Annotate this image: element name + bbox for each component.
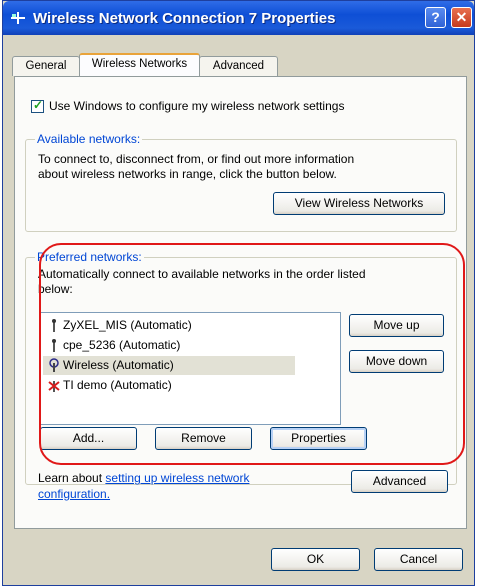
ok-button[interactable]: OK [271, 548, 360, 571]
learn-about-link-cont[interactable]: configuration. [38, 487, 110, 501]
list-item-selected[interactable]: Wireless (Automatic) [43, 356, 295, 375]
advanced-button[interactable]: Advanced [351, 470, 448, 493]
list-item-label: cpe_5236 (Automatic) [63, 338, 181, 352]
antenna-icon [52, 319, 56, 332]
list-item[interactable]: ZyXEL_MIS (Automatic) [43, 316, 295, 335]
list-item-label: TI demo (Automatic) [63, 378, 172, 392]
antenna-icon [52, 339, 56, 352]
connected-antenna-icon [49, 358, 59, 372]
move-up-button[interactable]: Move up [349, 314, 444, 337]
tab-wireless-networks[interactable]: Wireless Networks [79, 53, 200, 76]
unavailable-antenna-icon [48, 381, 60, 392]
window-title: Wireless Network Connection 7 Properties [33, 10, 336, 27]
preferred-networks-list[interactable]: ZyXEL_MIS (Automatic) cpe_5236 (Automati… [39, 312, 341, 425]
tab-advanced[interactable]: Advanced [199, 56, 278, 76]
properties-button[interactable]: Properties [270, 427, 367, 450]
preferred-networks-title: Preferred networks: [35, 250, 144, 264]
available-networks-title: Available networks: [35, 132, 143, 146]
help-button[interactable]: ? [425, 7, 446, 28]
cancel-button[interactable]: Cancel [374, 548, 463, 571]
use-windows-checkbox[interactable] [31, 98, 44, 113]
title-bar[interactable]: Wireless Network Connection 7 Properties… [3, 1, 474, 35]
properties-dialog: Wireless Network Connection 7 Properties… [2, 0, 475, 586]
list-item-label: ZyXEL_MIS (Automatic) [63, 318, 192, 332]
preferred-networks-desc-1: Automatically connect to available netwo… [38, 267, 366, 281]
learn-about-text: Learn about setting up wireless network [38, 471, 249, 485]
move-down-button[interactable]: Move down [349, 350, 444, 373]
wireless-networks-panel: Use Windows to configure my wireless net… [14, 76, 467, 529]
use-windows-label[interactable]: Use Windows to configure my wireless net… [49, 99, 344, 113]
available-networks-desc-1: To connect to, disconnect from, or find … [38, 152, 355, 166]
view-wireless-networks-button[interactable]: View Wireless Networks [273, 192, 445, 215]
tab-general[interactable]: General [12, 56, 80, 76]
remove-button[interactable]: Remove [155, 427, 252, 450]
learn-about-prefix: Learn about [38, 471, 106, 485]
close-button[interactable]: ✕ [451, 7, 472, 28]
add-button[interactable]: Add... [40, 427, 137, 450]
list-item-label: Wireless (Automatic) [63, 358, 174, 372]
learn-about-link[interactable]: setting up wireless network [105, 471, 249, 485]
list-item[interactable]: TI demo (Automatic) [43, 376, 295, 395]
network-connection-icon [11, 12, 25, 24]
list-item[interactable]: cpe_5236 (Automatic) [43, 336, 295, 355]
available-networks-desc-2: about wireless networks in range, click … [38, 167, 337, 181]
preferred-networks-desc-2: below: [38, 282, 73, 296]
